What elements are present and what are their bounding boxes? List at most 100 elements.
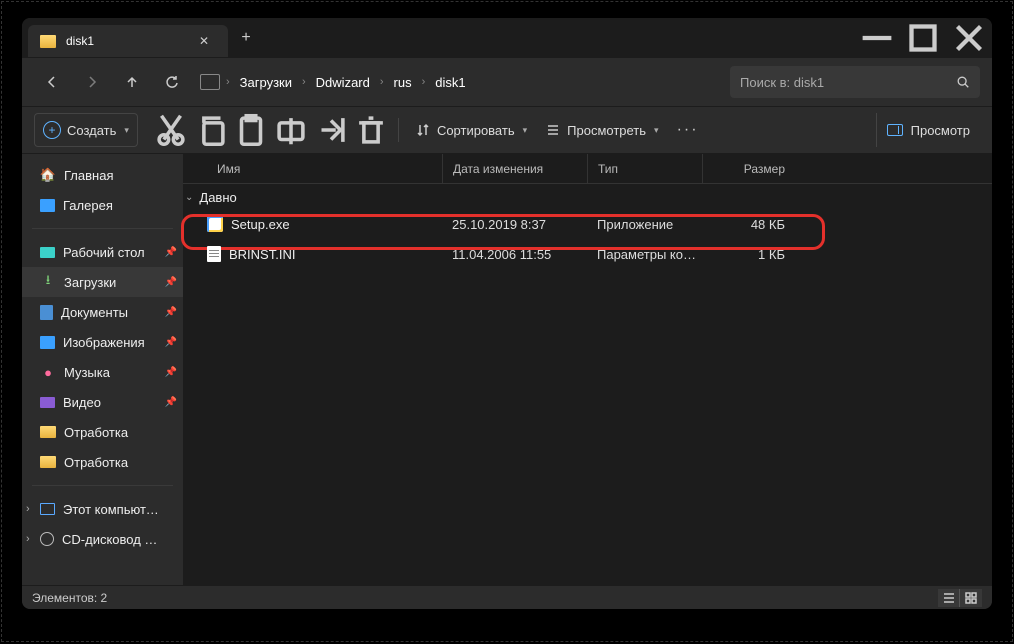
preview-icon [887,124,903,136]
desktop-icon [40,247,55,258]
file-list: Имя Дата изменения Тип Размер ⌄ Давно Se… [183,154,992,585]
sort-button[interactable]: Сортировать ▾ [407,113,535,147]
group-header[interactable]: ⌄ Давно [183,184,992,209]
chevron-right-icon[interactable]: › [376,76,388,88]
download-icon: ⭳ [40,274,56,290]
folder-icon [40,35,56,48]
details-view-button[interactable] [938,589,960,607]
file-row[interactable]: Setup.exe 25.10.2019 8:37 Приложение 48 … [183,209,992,239]
chevron-right-icon[interactable]: › [298,76,310,88]
home-icon: 🏠 [40,167,56,183]
this-pc-icon[interactable] [200,74,220,90]
column-date[interactable]: Дата изменения [442,154,587,183]
chevron-down-icon: ⌄ [185,192,193,203]
pin-icon: 📌 [165,397,177,408]
chevron-right-icon[interactable]: › [222,76,234,88]
sidebar-item-gallery[interactable]: Галерея [22,190,183,220]
pin-icon: 📌 [165,367,177,378]
sidebar-item-desktop[interactable]: Рабочий стол📌 [22,237,183,267]
pin-icon: 📌 [165,277,177,288]
gallery-icon [40,199,55,212]
column-size[interactable]: Размер [702,154,797,183]
chevron-down-icon: ▾ [124,125,129,136]
group-label: Давно [199,190,236,205]
file-date: 25.10.2019 8:37 [442,217,587,232]
folder-icon [40,426,56,438]
thumbnails-view-button[interactable] [960,589,982,607]
file-size: 1 КБ [702,247,797,262]
sidebar-item-this-pc[interactable]: Этот компьютер [22,494,183,524]
tab-title: disk1 [66,34,182,48]
refresh-button[interactable] [154,64,190,100]
pictures-icon [40,336,55,349]
folder-icon [40,456,56,468]
file-date: 11.04.2006 11:55 [442,247,587,262]
sort-icon [415,122,431,138]
exe-icon [207,216,223,232]
tab[interactable]: disk1 ✕ [28,25,228,57]
share-button[interactable] [312,113,350,147]
navbar: › Загрузки › Ddwizard › rus › disk1 Поис… [22,58,992,106]
toolbar: + Создать ▾ Сортировать ▾ Просмотреть ▾ … [22,106,992,154]
maximize-button[interactable] [900,18,946,58]
sidebar: 🏠Главная Галерея Рабочий стол📌 ⭳Загрузки… [22,154,183,585]
status-bar: Элементов: 2 [22,585,992,609]
pin-icon: 📌 [165,307,177,318]
forward-button[interactable] [74,64,110,100]
new-tab-button[interactable]: + [228,29,264,47]
titlebar: disk1 ✕ + [22,18,992,58]
column-name[interactable]: Имя [207,154,442,183]
plus-icon: + [43,121,61,139]
pc-icon [40,503,55,515]
delete-button[interactable] [352,113,390,147]
file-row[interactable]: BRINST.INI 11.04.2006 11:55 Параметры ко… [183,239,992,269]
file-name: Setup.exe [231,217,290,232]
chevron-down-icon: ▾ [523,125,528,136]
close-window-button[interactable] [946,18,992,58]
sidebar-item-folder-1[interactable]: Отработка [22,417,183,447]
minimize-button[interactable] [854,18,900,58]
crumb[interactable]: Ddwizard [312,71,374,94]
search-input[interactable]: Поиск в: disk1 [730,66,980,98]
disc-icon [40,532,54,546]
column-headers: Имя Дата изменения Тип Размер [183,154,992,184]
chevron-down-icon: ▾ [654,125,659,136]
sidebar-item-pictures[interactable]: Изображения📌 [22,327,183,357]
sidebar-item-music[interactable]: ●Музыка📌 [22,357,183,387]
view-button[interactable]: Просмотреть ▾ [537,113,666,147]
paste-button[interactable] [232,113,270,147]
preview-label: Просмотр [911,123,970,138]
crumb[interactable]: Загрузки [236,71,296,94]
pin-icon: 📌 [165,337,177,348]
create-button[interactable]: + Создать ▾ [34,113,138,147]
sidebar-item-folder-2[interactable]: Отработка [22,447,183,477]
rename-button[interactable] [272,113,310,147]
sidebar-item-documents[interactable]: Документы📌 [22,297,183,327]
search-icon [956,75,970,89]
close-tab-icon[interactable]: ✕ [192,34,216,48]
sidebar-item-cd-drive[interactable]: CD-дисковод (D:) [22,524,183,554]
create-label: Создать [67,123,116,138]
pin-icon: 📌 [165,247,177,258]
crumb[interactable]: rus [390,71,416,94]
chevron-right-icon[interactable]: › [418,76,430,88]
sidebar-item-downloads[interactable]: ⭳Загрузки📌 [22,267,183,297]
copy-button[interactable] [192,113,230,147]
up-button[interactable] [114,64,150,100]
documents-icon [40,305,53,320]
breadcrumb[interactable]: › Загрузки › Ddwizard › rus › disk1 [200,71,726,94]
search-placeholder: Поиск в: disk1 [740,75,824,90]
file-type: Приложение [587,217,702,232]
music-icon: ● [40,364,56,380]
sidebar-item-home[interactable]: 🏠Главная [22,160,183,190]
file-name: BRINST.INI [229,247,295,262]
crumb[interactable]: disk1 [431,71,469,94]
cut-button[interactable] [152,113,190,147]
column-type[interactable]: Тип [587,154,702,183]
back-button[interactable] [34,64,70,100]
preview-pane-button[interactable]: Просмотр [876,113,980,147]
item-count: Элементов: 2 [32,591,107,605]
sidebar-item-videos[interactable]: Видео📌 [22,387,183,417]
file-type: Параметры конф... [587,247,702,262]
more-button[interactable]: ··· [669,113,707,147]
